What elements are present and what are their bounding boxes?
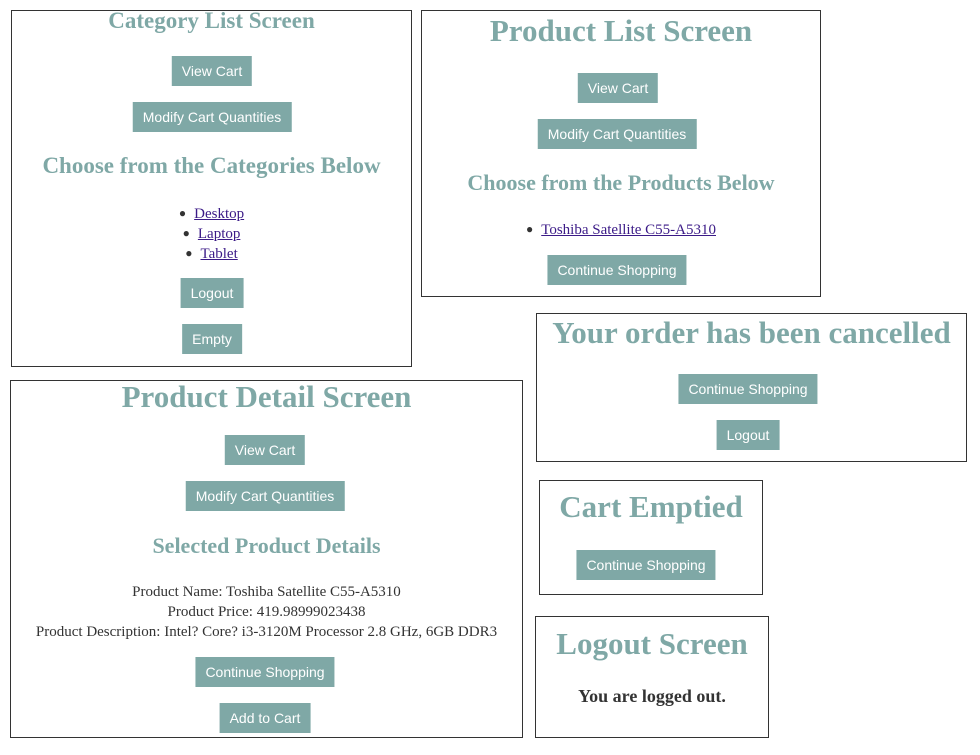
- empty-cart-button[interactable]: Empty: [182, 324, 242, 354]
- order-cancelled-panel: Your order has been cancelled Continue S…: [536, 313, 967, 462]
- categories-heading: Choose from the Categories Below: [42, 153, 381, 178]
- product-list-title: Product List Screen: [489, 13, 753, 48]
- product-details-heading: Selected Product Details: [152, 533, 381, 558]
- category-link-desktop[interactable]: Desktop: [194, 206, 244, 222]
- category-link-laptop[interactable]: Laptop: [198, 226, 241, 242]
- modify-cart-quantities-button[interactable]: Modify Cart Quantities: [132, 102, 292, 132]
- list-item: ● Tablet: [12, 243, 411, 263]
- bullet-icon: ●: [178, 206, 187, 220]
- view-cart-button[interactable]: View Cart: [171, 56, 253, 86]
- category-list-panel: Category List Screen View Cart Modify Ca…: [11, 8, 412, 367]
- continue-shopping-button[interactable]: Continue Shopping: [547, 255, 687, 285]
- cart-emptied-panel: Cart Emptied Continue Shopping: [539, 480, 763, 595]
- products-heading: Choose from the Products Below: [467, 170, 775, 195]
- view-cart-button[interactable]: View Cart: [577, 73, 659, 103]
- category-list-title: Category List Screen: [108, 8, 315, 33]
- product-link[interactable]: Toshiba Satellite C55-A5310: [541, 222, 716, 238]
- cart-emptied-title: Cart Emptied: [559, 489, 743, 524]
- product-name: Product Name: Toshiba Satellite C55-A531…: [132, 584, 401, 600]
- order-cancelled-title: Your order has been cancelled: [552, 315, 951, 350]
- logout-panel: Logout Screen You are logged out.: [535, 616, 769, 738]
- continue-shopping-button[interactable]: Continue Shopping: [576, 550, 716, 580]
- bullet-icon: ●: [185, 246, 193, 260]
- product-detail-panel: Product Detail Screen View Cart Modify C…: [10, 379, 523, 738]
- product-description: Product Description: Intel? Core? i3-312…: [35, 624, 498, 640]
- list-item: ● Toshiba Satellite C55-A5310: [422, 219, 820, 239]
- logged-out-message: You are logged out.: [578, 686, 726, 706]
- bullet-icon: ●: [525, 222, 534, 236]
- category-link-tablet[interactable]: Tablet: [200, 246, 237, 262]
- bullet-icon: ●: [182, 226, 190, 240]
- modify-cart-quantities-button[interactable]: Modify Cart Quantities: [185, 481, 345, 511]
- continue-shopping-button[interactable]: Continue Shopping: [195, 657, 335, 687]
- logout-button[interactable]: Logout: [716, 420, 780, 450]
- logout-button[interactable]: Logout: [180, 278, 244, 308]
- product-list-panel: Product List Screen View Cart Modify Car…: [421, 10, 821, 297]
- product-price: Product Price: 419.98999023438: [167, 604, 366, 620]
- category-list: ● Desktop ● Laptop ● Tablet: [12, 203, 411, 263]
- add-to-cart-button[interactable]: Add to Cart: [219, 703, 311, 733]
- product-list: ● Toshiba Satellite C55-A5310: [422, 219, 820, 239]
- continue-shopping-button[interactable]: Continue Shopping: [678, 374, 818, 404]
- product-detail-title: Product Detail Screen: [121, 379, 412, 414]
- list-item: ● Desktop: [12, 203, 411, 223]
- modify-cart-quantities-button[interactable]: Modify Cart Quantities: [537, 119, 697, 149]
- view-cart-button[interactable]: View Cart: [224, 435, 306, 465]
- list-item: ● Laptop: [12, 223, 411, 243]
- logout-title: Logout Screen: [556, 626, 748, 661]
